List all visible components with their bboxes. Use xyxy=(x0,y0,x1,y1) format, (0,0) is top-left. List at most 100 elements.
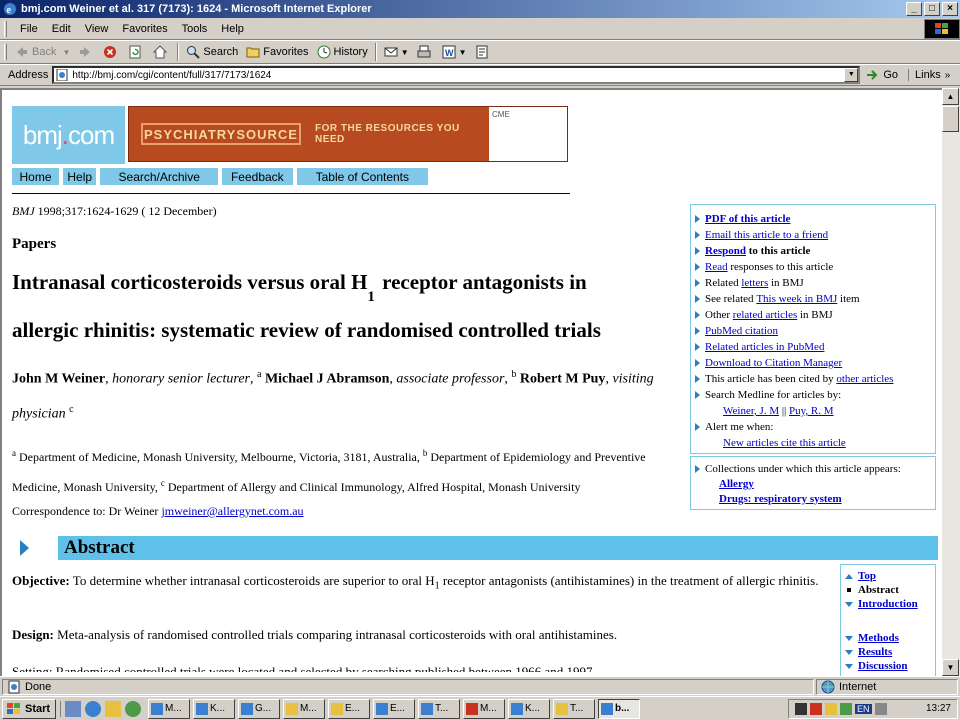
back-button[interactable]: Back ▼ xyxy=(11,41,74,63)
author-search-link[interactable]: Weiner, J. M xyxy=(723,405,779,417)
tray-n-icon[interactable] xyxy=(810,702,822,715)
toc-discussion-link[interactable]: Discussion xyxy=(858,660,908,672)
scroll-down-button[interactable]: ▼ xyxy=(942,659,959,676)
stop-button[interactable] xyxy=(99,41,124,63)
tool-alert: Alert me when: xyxy=(695,419,931,435)
tool-pubmed: PubMed citation xyxy=(695,323,931,339)
bmj-logo[interactable]: bmj.com xyxy=(12,106,125,164)
discuss-button[interactable] xyxy=(471,41,496,63)
stop-icon xyxy=(104,46,117,58)
taskbar-item[interactable]: M... xyxy=(148,698,190,719)
mail-button[interactable]: ▼ xyxy=(380,41,413,63)
print-button[interactable] xyxy=(413,41,438,63)
links-chevron-icon[interactable]: » xyxy=(945,70,951,81)
address-dropdown-icon[interactable]: ▼ xyxy=(844,68,859,82)
menu-tools[interactable]: Tools xyxy=(175,23,215,35)
scroll-up-button[interactable]: ▲ xyxy=(942,88,959,105)
download-citation-link[interactable]: Download to Citation Manager xyxy=(705,357,842,369)
ie-quicklaunch-icon[interactable] xyxy=(85,700,101,717)
nav-search-archive[interactable]: Search/Archive xyxy=(100,168,219,185)
refresh-icon xyxy=(129,45,141,59)
window-titlebar[interactable]: e bmj.com Weiner et al. 317 (7173): 1624… xyxy=(0,0,960,18)
nav-table-of-contents[interactable]: Table of Contents xyxy=(296,168,428,185)
taskbar-item[interactable]: K... xyxy=(193,698,235,719)
pubmed-citation-link[interactable]: PubMed citation xyxy=(705,325,778,337)
read-link[interactable]: Read xyxy=(705,261,728,273)
outlook-icon[interactable] xyxy=(105,700,121,717)
taskbar-item[interactable]: M... xyxy=(283,698,325,719)
menu-view[interactable]: View xyxy=(78,23,116,35)
favorites-button[interactable]: Favorites xyxy=(242,41,312,63)
toc-results-link[interactable]: Results xyxy=(858,646,892,658)
other-articles-link[interactable]: other articles xyxy=(836,373,893,385)
links-button[interactable]: Links xyxy=(908,69,941,81)
media-icon[interactable] xyxy=(125,700,141,717)
taskbar-item-active[interactable]: b... xyxy=(598,698,640,719)
related-pubmed-link[interactable]: Related articles in PubMed xyxy=(705,341,824,353)
taskbar-item[interactable]: E... xyxy=(328,698,370,719)
home-button[interactable] xyxy=(149,41,174,63)
collection-link[interactable]: Allergy xyxy=(719,478,754,490)
mail-dropdown-icon[interactable]: ▼ xyxy=(401,48,409,57)
related-articles-link[interactable]: related articles xyxy=(733,309,797,321)
start-button[interactable]: Start xyxy=(2,698,56,719)
toolbar-separator xyxy=(374,43,377,61)
ie-icon: e xyxy=(4,3,16,16)
refresh-button[interactable] xyxy=(124,41,149,63)
vertical-scrollbar[interactable]: ▲ ▼ xyxy=(942,88,960,676)
new-articles-alert-link[interactable]: New articles cite this article xyxy=(723,437,846,449)
back-dropdown-icon[interactable]: ▼ xyxy=(62,48,70,57)
taskbar-item[interactable]: E... xyxy=(373,698,415,719)
minimize-button[interactable]: _ xyxy=(906,2,922,16)
arrow-icon xyxy=(695,279,700,287)
nav-home[interactable]: Home xyxy=(12,168,60,185)
go-button[interactable]: Go xyxy=(866,68,898,82)
maximize-button[interactable]: □ xyxy=(924,2,940,16)
search-button[interactable]: Search xyxy=(182,41,242,63)
pdf-link[interactable]: PDF of this article xyxy=(705,213,790,225)
close-button[interactable]: × xyxy=(942,2,958,16)
ie-icon xyxy=(151,702,163,715)
author-search-link[interactable]: Puy, R. M xyxy=(789,405,834,417)
advert-banner[interactable]: PSYCHIATRYSOURCE FOR THE RESOURCES YOU N… xyxy=(128,106,568,162)
toc-methods-link[interactable]: Methods xyxy=(858,632,899,644)
history-button[interactable]: History xyxy=(313,41,372,63)
taskbar-item[interactable]: M... xyxy=(463,698,505,719)
correspondence-email-link[interactable]: jmweiner@allergynet.com.au xyxy=(161,504,303,518)
volume-icon[interactable] xyxy=(874,702,887,715)
desktop-icon[interactable] xyxy=(65,700,81,717)
menu-favorites[interactable]: Favorites xyxy=(115,23,174,35)
clock[interactable]: 13:27 xyxy=(926,703,951,714)
nav-feedback[interactable]: Feedback xyxy=(222,168,293,185)
menu-file[interactable]: File xyxy=(13,23,45,35)
tray-app-icon[interactable] xyxy=(840,702,852,715)
toc-introduction-link[interactable]: Introduction xyxy=(858,598,918,610)
language-indicator[interactable]: EN xyxy=(855,703,872,714)
menu-edit[interactable]: Edit xyxy=(45,23,78,35)
address-input[interactable]: http://bmj.com/cgi/content/full/317/7173… xyxy=(52,66,861,84)
taskbar-item[interactable]: T... xyxy=(418,698,460,719)
toc-top-link[interactable]: Top xyxy=(858,570,876,582)
page-viewport: bmj.com PSYCHIATRYSOURCE FOR THE RESOURC… xyxy=(0,88,942,676)
email-friend-link[interactable]: Email this article to a friend xyxy=(705,229,828,241)
this-week-link[interactable]: This week in BMJ xyxy=(756,293,837,305)
scroll-thumb[interactable] xyxy=(942,106,959,132)
respond-link[interactable]: Respond xyxy=(705,245,746,257)
edit-dropdown-icon[interactable]: ▼ xyxy=(459,48,467,57)
taskbar-item[interactable]: K... xyxy=(508,698,550,719)
edit-word-button[interactable]: W ▼ xyxy=(438,41,471,63)
address-label: Address xyxy=(8,69,49,81)
collection-link[interactable]: Drugs: respiratory system xyxy=(719,493,842,505)
menu-help[interactable]: Help xyxy=(214,23,251,35)
letters-link[interactable]: letters xyxy=(741,277,768,289)
tray-app-icon[interactable] xyxy=(825,702,837,715)
forward-button[interactable] xyxy=(74,41,99,63)
tray-app-icon[interactable] xyxy=(795,702,807,715)
ie-icon xyxy=(196,702,208,715)
author-list: John M Weiner, honorary senior lecturer,… xyxy=(12,369,654,422)
taskbar-item[interactable]: G... xyxy=(238,698,280,719)
taskbar-item[interactable]: T... xyxy=(553,698,595,719)
author-sup: b xyxy=(511,369,517,380)
objective-text: receptor antagonists (antihistamines) in… xyxy=(439,573,819,588)
nav-help[interactable]: Help xyxy=(63,168,97,185)
